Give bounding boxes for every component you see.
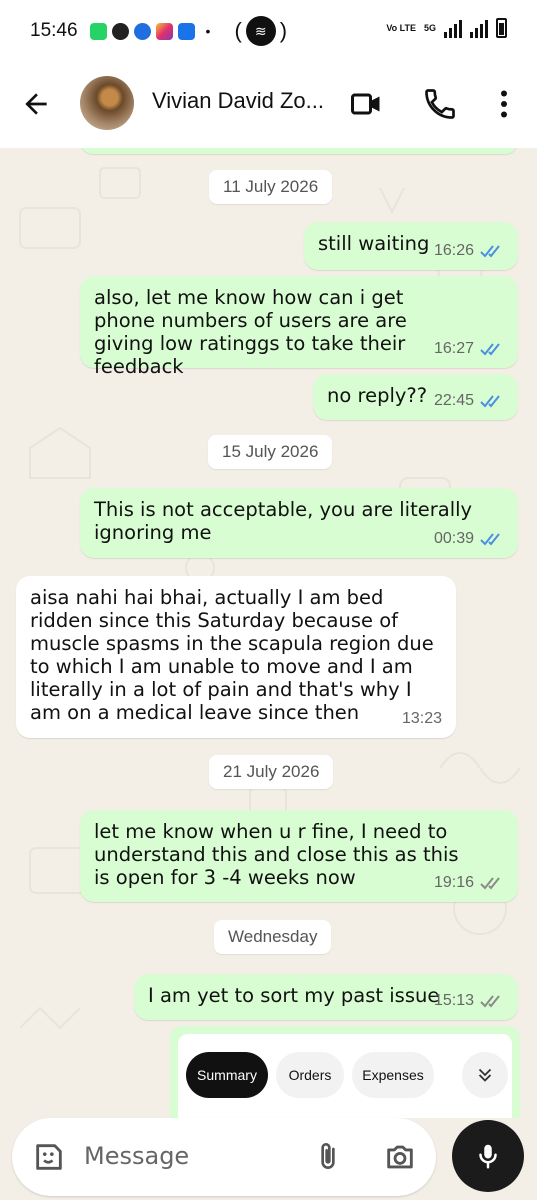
date-separator: Wednesday [214, 920, 332, 954]
message-time: 16:26 [433, 242, 474, 259]
whatsapp-icon [89, 22, 107, 40]
more-notifications-dot: • [205, 23, 211, 39]
microphone-icon [479, 1144, 497, 1169]
message-meta: 19:16 [434, 871, 504, 894]
sticker-icon[interactable] [32, 1140, 66, 1174]
wifi-app-icon [177, 22, 195, 40]
paren-left: ( [234, 18, 242, 43]
message-composer[interactable]: Message [12, 1118, 436, 1196]
network-type-label: 5G [423, 22, 436, 33]
read-receipt-icon [480, 394, 500, 407]
message-time: 22:45 [433, 392, 474, 409]
contact-avatar[interactable] [80, 76, 134, 130]
status-bar: 15:46 • ( ≋ ) Vo LTE 5G [0, 0, 537, 62]
app-blue-icon [133, 22, 151, 40]
more-options-icon[interactable] [486, 86, 522, 122]
message-meta: 16:27 [434, 337, 504, 360]
card-content: Summary Orders Expenses [178, 1034, 512, 1118]
hotspot-indicator: ( ≋ ) [234, 16, 287, 46]
message-meta: 15:13 [434, 989, 504, 1012]
tab-summary[interactable]: Summary [186, 1052, 268, 1098]
notification-icons: • [89, 22, 211, 40]
message-time: 16:27 [433, 340, 474, 357]
chevron-double-down-icon [478, 1068, 492, 1082]
status-time: 15:46 [30, 20, 78, 41]
date-separator: 15 July 2026 [208, 435, 333, 469]
message-bubble-outgoing[interactable]: also, let me know how can i get phone nu… [80, 276, 518, 378]
battery-icon [496, 18, 507, 38]
shared-card-message[interactable]: Summary Orders Expenses [170, 1026, 520, 1118]
message-text: I am yet to sort my past issue [148, 984, 440, 1007]
read-receipt-icon [480, 532, 500, 545]
tab-expenses[interactable]: Expenses [352, 1052, 434, 1098]
message-meta: 13:23 [402, 707, 442, 730]
message-text: also, let me know how can i get phone nu… [94, 286, 407, 378]
read-receipt-icon [480, 342, 500, 355]
message-text: no reply?? [327, 384, 428, 407]
message-bubble-partial[interactable] [80, 148, 518, 154]
message-meta: 00:39 [434, 527, 504, 550]
expand-card-button[interactable] [462, 1052, 508, 1098]
message-time: 00:39 [433, 530, 474, 547]
contact-name[interactable]: Vivian David Zo... [152, 88, 332, 114]
message-text: aisa nahi hai bhai, actually I am bed ri… [30, 586, 434, 724]
message-time: 15:13 [433, 992, 474, 1009]
paren-right: ) [279, 18, 288, 43]
message-bubble-outgoing[interactable]: I am yet to sort my past issue 15:13 [134, 974, 518, 1020]
message-text: still waiting [318, 232, 430, 255]
message-bubble-outgoing[interactable]: still waiting 16:26 [304, 222, 518, 270]
back-arrow-icon[interactable] [20, 88, 52, 120]
message-time: 19:16 [433, 874, 474, 891]
message-meta: 16:26 [434, 239, 504, 262]
message-text: This is not acceptable, you are literall… [94, 498, 473, 544]
instagram-icon [155, 22, 173, 40]
hotspot-icon: ≋ [245, 16, 276, 46]
message-bubble-incoming[interactable]: aisa nahi hai bhai, actually I am bed ri… [16, 576, 456, 738]
delivered-receipt-icon [480, 876, 500, 889]
message-bubble-outgoing[interactable]: let me know when u r fine, I need to und… [80, 810, 518, 902]
message-bubble-outgoing[interactable]: no reply?? 22:45 [313, 374, 518, 420]
chat-header: Vivian David Zo... [0, 62, 537, 148]
message-bubble-outgoing[interactable]: This is not acceptable, you are literall… [80, 488, 518, 558]
signal-icon [444, 18, 462, 38]
delivered-receipt-icon [480, 994, 500, 1007]
attach-icon[interactable] [312, 1140, 344, 1174]
read-receipt-icon [480, 244, 500, 257]
message-meta: 22:45 [434, 389, 504, 412]
date-separator: 21 July 2026 [209, 755, 334, 789]
message-text: let me know when u r fine, I need to und… [94, 820, 459, 889]
message-input[interactable]: Message [84, 1142, 189, 1170]
chat-area[interactable]: 11 July 2026 still waiting 16:26 also, l… [0, 148, 537, 1118]
date-separator: 11 July 2026 [209, 170, 333, 204]
volte-label: Vo LTE [386, 22, 416, 33]
voice-call-icon[interactable] [422, 86, 458, 122]
message-time: 13:23 [401, 710, 442, 727]
status-right: Vo LTE 5G [386, 18, 507, 38]
camera-icon[interactable] [382, 1140, 418, 1174]
signal-icon-2 [470, 18, 488, 38]
chat-bubble-icon [111, 22, 129, 40]
tab-orders[interactable]: Orders [276, 1052, 344, 1098]
voice-message-button[interactable] [452, 1120, 524, 1192]
video-call-icon[interactable] [348, 86, 384, 122]
